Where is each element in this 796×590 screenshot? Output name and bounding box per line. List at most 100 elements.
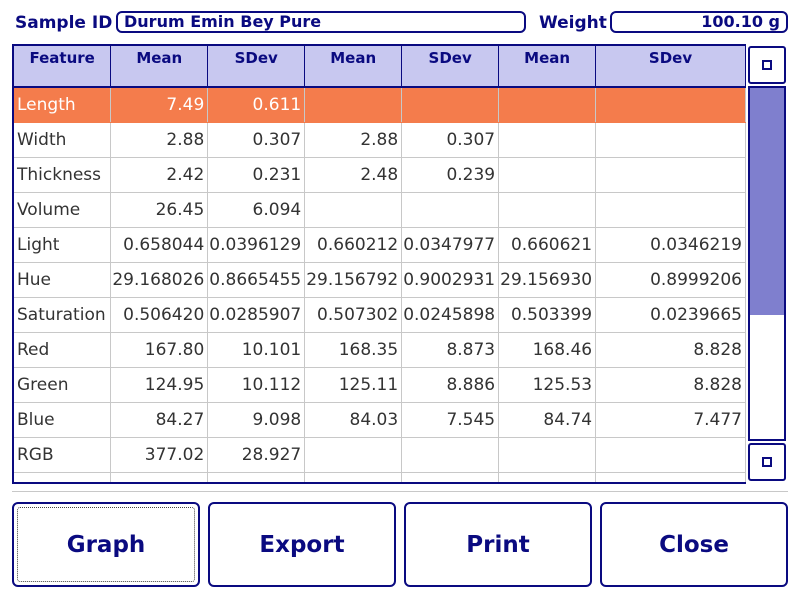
scroll-down-button[interactable] [748,443,786,481]
value-cell [304,437,403,473]
table-row[interactable]: R/G1.3458760.03430031.3475440.03266091.3… [14,472,746,482]
print-button-label: Print [466,531,530,558]
close-button[interactable]: Close [600,502,788,587]
feature-name-cell: Thickness [14,157,112,193]
table-row[interactable]: Blue 84.27 9.098 84.03 7.545 84.74 7.477 [14,402,746,438]
scrollbar-track[interactable] [748,86,786,441]
value-cell: 0.660212 [304,227,403,263]
scrollbar-thumb[interactable] [750,88,784,315]
value-cell [595,122,746,158]
value-cell: 0.0347977 [401,227,500,263]
value-cell [498,437,597,473]
value-cell: 0.9002931 [401,262,500,298]
value-cell: 0.660621 [498,227,597,263]
value-cell: 0.0245898 [401,297,500,333]
value-cell: 0.0343003 [207,472,306,482]
value-cell: 0.0317606 [595,472,746,482]
value-cell: 125.11 [304,367,403,403]
value-cell: 0.0326609 [401,472,500,482]
value-cell: 29.156792 [304,262,403,298]
square-icon [762,60,772,70]
value-cell: 84.74 [498,402,597,438]
feature-table-container: Feature Mean SDev Mean SDev Mean SDev Le… [12,44,746,484]
value-cell: 0.0285907 [207,297,306,333]
table-row[interactable]: Light 0.658044 0.0396129 0.660212 0.0347977 0… [14,227,746,263]
column-header[interactable]: Mean [304,46,403,88]
feature-name-cell: Width [14,122,112,158]
column-header[interactable]: SDev [401,46,500,88]
value-cell [498,87,597,123]
sample-id-field[interactable]: Durum Emin Bey Pure [116,11,526,33]
column-header[interactable]: SDev [595,46,746,88]
value-cell: 0.0346219 [595,227,746,263]
table-row[interactable]: Saturation 0.506420 0.0285907 0.507302 0.024… [14,297,746,333]
column-header[interactable]: SDev [207,46,306,88]
weight-label: Weight [539,13,607,33]
value-cell: 1.347544 [304,472,403,482]
value-cell: 0.506420 [110,297,209,333]
feature-name-cell: Saturation [14,297,112,333]
value-cell: 1.345876 [110,472,209,482]
feature-name-cell: Hue [14,262,112,298]
feature-name-cell: R/G [14,472,112,482]
value-cell: 0.8999206 [595,262,746,298]
scroll-up-button[interactable] [748,46,786,84]
table-row[interactable]: Hue 29.168026 0.8665455 29.156792 0.9002931 2… [14,262,746,298]
table-row[interactable]: RGB 377.02 28.927 [14,437,746,473]
value-cell [595,437,746,473]
print-button[interactable]: Print [404,502,592,587]
value-cell: 9.098 [207,402,306,438]
table-row[interactable]: Length 7.49 0.611 [14,87,746,123]
divider [12,491,788,492]
value-cell: 8.828 [595,332,746,368]
close-button-label: Close [659,531,729,558]
value-cell: 6.094 [207,192,306,228]
table-row[interactable]: Thickness 2.42 0.231 2.48 0.239 [14,157,746,193]
feature-name-cell: Green [14,367,112,403]
value-cell [401,437,500,473]
value-cell: 26.45 [110,192,209,228]
column-header[interactable]: Feature [14,46,112,88]
value-cell: 1.342016 [498,472,597,482]
value-cell: 0.507302 [304,297,403,333]
value-cell: 7.49 [110,87,209,123]
table-row[interactable]: Green 124.95 10.112 125.11 8.886 125.53 8.828 [14,367,746,403]
value-cell: 7.477 [595,402,746,438]
value-cell: 2.42 [110,157,209,193]
weight-field[interactable]: 100.10 g [610,11,788,33]
value-cell [595,87,746,123]
value-cell [498,192,597,228]
value-cell: 0.0239665 [595,297,746,333]
value-cell: 8.886 [401,367,500,403]
value-cell: 168.46 [498,332,597,368]
value-cell: 0.503399 [498,297,597,333]
value-cell [498,122,597,158]
column-header[interactable]: Mean [110,46,209,88]
value-cell [595,157,746,193]
value-cell: 0.307 [207,122,306,158]
value-cell: 0.8665455 [207,262,306,298]
value-cell: 0.239 [401,157,500,193]
table-row[interactable]: Red 167.80 10.101 168.35 8.873 168.46 8.828 [14,332,746,368]
value-cell: 2.88 [304,122,403,158]
value-cell: 7.545 [401,402,500,438]
column-header[interactable]: Mean [498,46,597,88]
table-row[interactable]: Width 2.88 0.307 2.88 0.307 [14,122,746,158]
export-button-label: Export [259,531,345,558]
value-cell: 168.35 [304,332,403,368]
value-cell: 8.873 [401,332,500,368]
value-cell: 167.80 [110,332,209,368]
value-cell: 84.03 [304,402,403,438]
value-cell [304,87,403,123]
graph-button[interactable]: Graph [12,502,200,587]
feature-name-cell: Blue [14,402,112,438]
feature-name-cell: Light [14,227,112,263]
value-cell: 377.02 [110,437,209,473]
graph-button-label: Graph [66,531,146,558]
feature-name-cell: Length [14,87,112,123]
table-row[interactable]: Volume 26.45 6.094 [14,192,746,228]
export-button[interactable]: Export [208,502,396,587]
header-bar: Sample ID Durum Emin Bey Pure Weight 100… [0,0,796,44]
value-cell: 10.101 [207,332,306,368]
feature-name-cell: Red [14,332,112,368]
